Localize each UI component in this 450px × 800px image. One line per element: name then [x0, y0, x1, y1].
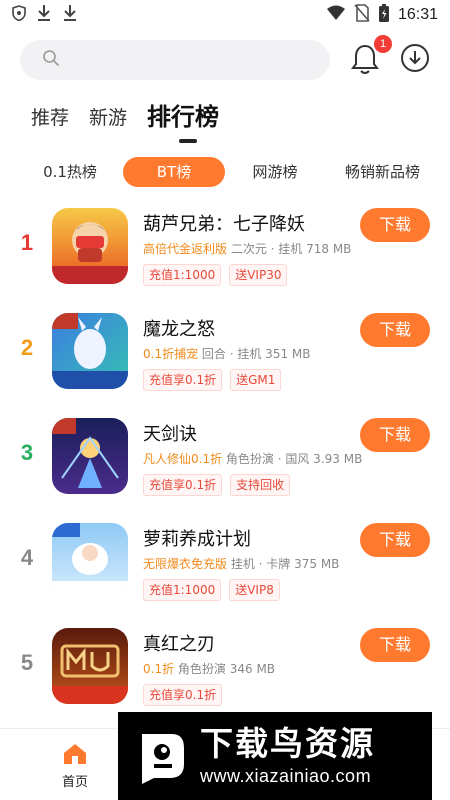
nav-home[interactable]: 首页 — [50, 743, 100, 790]
tag: 充值1:1000 — [143, 579, 222, 601]
status-bar: 16:31 — [0, 0, 450, 30]
app-meta: 凡人修仙0.1折 角色扮演 · 国风 3.93 MB — [143, 450, 362, 467]
download-button[interactable]: 下载 — [360, 523, 430, 557]
app-highlight: 0.1折 — [143, 662, 175, 676]
search-icon — [42, 49, 60, 71]
rank-number: 4 — [20, 545, 34, 570]
home-icon — [63, 744, 87, 769]
download-circle-icon — [400, 44, 430, 77]
app-category-size: 角色扮演 346 MB — [177, 662, 276, 676]
app-icon[interactable] — [52, 418, 128, 494]
subtab-hot[interactable]: 0.1热榜 — [30, 157, 110, 187]
app-category-size: 回合 · 挂机 351 MB — [201, 347, 311, 361]
app-icon[interactable] — [52, 208, 128, 284]
rank-number: 1 — [20, 230, 34, 255]
tag-group: 充值享0.1折 — [143, 684, 223, 706]
app-category-size: 挂机 · 卡牌 375 MB — [230, 557, 340, 571]
shield-icon — [12, 5, 26, 25]
nav-home-label: 首页 — [61, 775, 88, 790]
top-tab-bar: 推荐 新游 排行榜 — [31, 96, 219, 136]
list-item[interactable]: 5 真红之刃 0.1折 角色扮演 346 MB 充值享0.1折 下载 — [0, 620, 450, 720]
app-highlight: 凡人修仙0.1折 — [143, 452, 223, 466]
tag-group: 充值享0.1折 送GM1 — [143, 369, 282, 391]
app-meta: 0.1折 角色扮演 346 MB — [143, 660, 275, 677]
app-category-size: 二次元 · 挂机 718 MB — [230, 242, 352, 256]
tag: 送VIP30 — [229, 264, 288, 286]
tab-new-games[interactable]: 新游 — [89, 103, 127, 136]
clock: 16:31 — [397, 6, 438, 23]
app-meta: 0.1折捕宠 回合 · 挂机 351 MB — [143, 345, 311, 362]
app-meta: 高倍代金返利版 二次元 · 挂机 718 MB — [143, 240, 351, 257]
tag: 支持回收 — [230, 474, 291, 496]
watermark-banner: 下载鸟资源 www.xiazainiao.com — [118, 712, 432, 800]
subtab-bt[interactable]: BT榜 — [123, 157, 225, 187]
subtab-bestselling-new[interactable]: 畅销新品榜 — [335, 157, 430, 187]
subtab-online[interactable]: 网游榜 — [240, 157, 310, 187]
app-meta: 无限爆衣免充版 挂机 · 卡牌 375 MB — [143, 555, 339, 572]
download-button[interactable]: 下载 — [360, 418, 430, 452]
app-title: 魔龙之怒 — [143, 319, 215, 340]
bird-logo-icon — [132, 726, 192, 786]
app-title: 葫芦兄弟：七子降妖 — [143, 214, 305, 235]
app-category-size: 角色扮演 · 国风 3.93 MB — [225, 452, 363, 466]
rank-number: 3 — [20, 440, 34, 465]
download-button[interactable]: 下载 — [360, 628, 430, 662]
watermark-url: www.xiazainiao.com — [200, 766, 372, 786]
download-manager-button[interactable] — [400, 43, 430, 73]
download-button[interactable]: 下载 — [360, 313, 430, 347]
app-title: 真红之刃 — [143, 634, 215, 655]
battery-icon — [378, 4, 390, 26]
tab-rankings[interactable]: 排行榜 — [147, 97, 219, 136]
app-highlight: 0.1折捕宠 — [143, 347, 199, 361]
download-notification-icon — [62, 4, 78, 26]
app-title: 天剑诀 — [143, 424, 197, 445]
rank-number: 2 — [20, 335, 34, 360]
ranking-sub-tabs: 0.1热榜 BT榜 网游榜 畅销新品榜 — [30, 157, 430, 187]
list-item[interactable]: 4 萝莉养成计划 无限爆衣免充版 挂机 · 卡牌 375 MB 充值1:1000… — [0, 515, 450, 615]
app-icon[interactable] — [52, 523, 128, 599]
notification-badge: 1 — [374, 35, 392, 53]
download-notification-icon — [36, 4, 52, 26]
no-sim-icon — [354, 4, 370, 26]
search-input[interactable] — [20, 40, 330, 80]
app-highlight: 高倍代金返利版 — [143, 242, 228, 256]
tab-indicator — [179, 139, 197, 143]
tag: 送GM1 — [230, 369, 282, 391]
watermark-title: 下载鸟资源 — [200, 724, 375, 763]
app-title: 萝莉养成计划 — [143, 529, 251, 550]
list-item[interactable]: 2 魔龙之怒 0.1折捕宠 回合 · 挂机 351 MB 充值享0.1折 送GM… — [0, 305, 450, 405]
list-item[interactable]: 1 葫芦兄弟：七子降妖 高倍代金返利版 二次元 · 挂机 718 MB 充值1:… — [0, 200, 450, 300]
tag-group: 充值1:1000 送VIP8 — [143, 579, 280, 601]
app-highlight: 无限爆衣免充版 — [143, 557, 228, 571]
tag: 充值1:1000 — [143, 264, 222, 286]
bell-icon — [350, 44, 380, 80]
tag-group: 充值享0.1折 支持回收 — [143, 474, 291, 496]
tag: 送VIP8 — [229, 579, 280, 601]
rank-number: 5 — [20, 650, 34, 675]
app-icon[interactable] — [52, 628, 128, 704]
app-icon[interactable] — [52, 313, 128, 389]
tag: 充值享0.1折 — [143, 369, 223, 391]
tag: 充值享0.1折 — [143, 684, 223, 706]
wifi-icon — [326, 5, 346, 25]
list-item[interactable]: 3 天剑诀 凡人修仙0.1折 角色扮演 · 国风 3.93 MB 充值享0.1折… — [0, 410, 450, 510]
download-button[interactable]: 下载 — [360, 208, 430, 242]
tag: 充值享0.1折 — [143, 474, 223, 496]
tab-recommend[interactable]: 推荐 — [31, 103, 69, 136]
tag-group: 充值1:1000 送VIP30 — [143, 264, 288, 286]
